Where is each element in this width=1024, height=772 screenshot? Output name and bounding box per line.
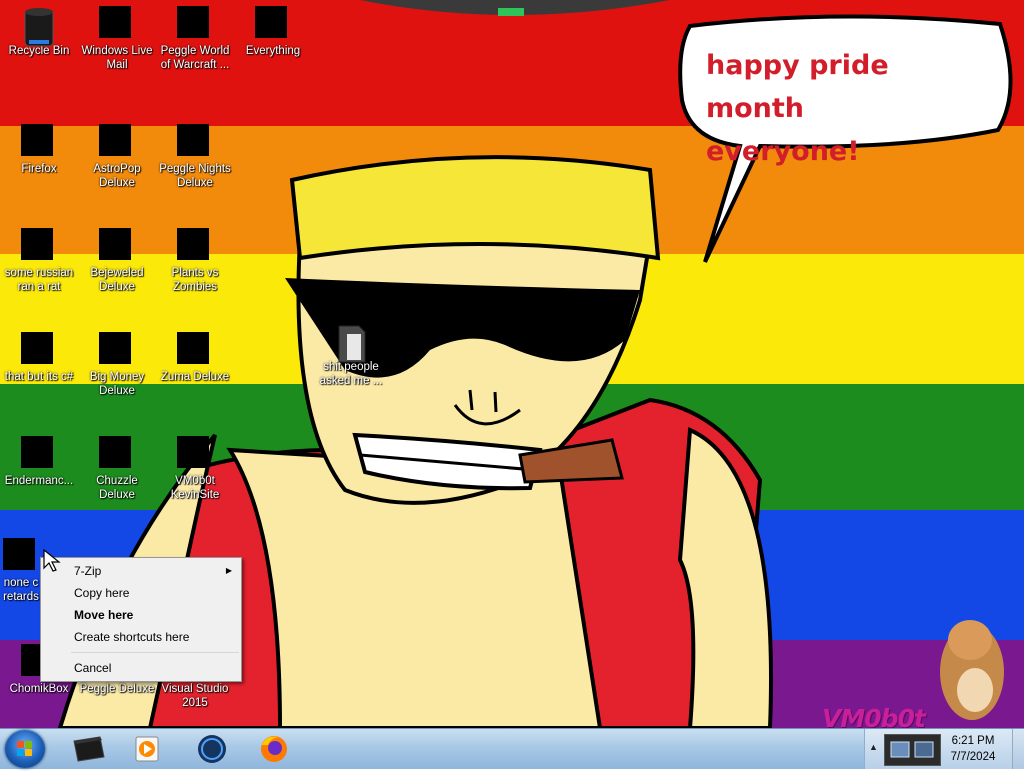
taskbar-app-globe[interactable]: [186, 731, 238, 767]
icon-label: Chuzzle Deluxe: [96, 475, 138, 501]
icon-label: Peggle Nights Deluxe: [159, 163, 231, 189]
menu-item-copy-here[interactable]: Copy here: [41, 582, 241, 604]
menu-separator: [71, 652, 239, 653]
search-everything-icon: [255, 6, 291, 42]
taskbar-app-media-player[interactable]: [122, 731, 174, 767]
tray-app-icon: [890, 741, 934, 758]
desktop-icon-firefox[interactable]: Firefox: [0, 120, 78, 176]
speech-bubble-text: happy pride month everyone!: [706, 44, 986, 173]
submenu-arrow-icon: ▶: [225, 566, 232, 575]
globe-icon: [198, 735, 226, 763]
show-desktop-button[interactable]: [1012, 729, 1024, 769]
taskbar: ▲ 6:21 PM 7/7/2024: [0, 728, 1024, 769]
icon-label: VM0b0t KevinSite: [170, 475, 220, 501]
icon-label: Bejeweled Deluxe: [90, 267, 144, 293]
start-button[interactable]: [5, 730, 45, 768]
desktop-icon-peggle-nights[interactable]: Peggle Nights Deluxe: [156, 120, 234, 190]
menu-item-label: Copy here: [74, 586, 130, 600]
menu-item-cancel[interactable]: Cancel: [41, 657, 241, 679]
speech-bubble-line2: everyone!: [706, 136, 860, 167]
icon-label: shit people asked me ...: [319, 361, 383, 387]
clock[interactable]: 6:21 PM 7/7/2024: [942, 733, 1004, 765]
desktop[interactable]: happy pride month everyone! VM0b0t Recyc…: [0, 0, 1024, 728]
terminal-icon: [73, 736, 105, 762]
taskbar-app-terminal[interactable]: [62, 731, 114, 767]
plants-vs-zombies-icon: [177, 228, 213, 264]
app-icon: [3, 538, 39, 574]
menu-item-label: Cancel: [74, 661, 112, 675]
desktop-icon-none-c[interactable]: none c retards: [0, 534, 42, 604]
menu-item-label: Move here: [74, 608, 134, 622]
taskbar-app-firefox[interactable]: [248, 731, 300, 767]
firefox-icon: [21, 124, 57, 160]
desktop-icon-plants-vs-zombies[interactable]: Plants vs Zombies: [156, 224, 234, 294]
icon-label: none c: [3, 577, 39, 589]
icon-label: Windows Live Mail: [81, 45, 153, 71]
chuzzle-icon: [99, 436, 135, 472]
icon-label: that but its c#: [4, 371, 74, 383]
icon-label: some russian ran a rat: [4, 267, 74, 293]
icon-label: Firefox: [21, 163, 57, 175]
mail-icon: [99, 6, 135, 42]
icon-label: Endermanc...: [4, 475, 74, 487]
icon-label: Zuma Deluxe: [160, 371, 230, 383]
zuma-icon: [177, 332, 213, 368]
desktop-icon-bejeweled[interactable]: Bejeweled Deluxe: [78, 224, 156, 294]
recycle-bin-icon: [21, 6, 57, 47]
peggle-nights-icon: [177, 124, 213, 160]
icon-label: Peggle World of Warcraft ...: [160, 45, 230, 71]
mouse-cursor-icon: [43, 548, 61, 572]
desktop-icon-kevinsite[interactable]: VM0b0t KevinSite: [156, 432, 234, 502]
desktop-icon-that-but-csharp[interactable]: that but its c#: [0, 328, 78, 384]
folder-icon: [333, 322, 369, 363]
desktop-icon-russian-app[interactable]: some russian ran a rat: [0, 224, 78, 294]
bejeweled-icon: [99, 228, 135, 264]
menu-item-label: Create shortcuts here: [74, 630, 190, 644]
icon-label: ChomikBox: [9, 683, 69, 695]
clock-date: 7/7/2024: [950, 751, 996, 763]
peggle-wow-icon: [177, 6, 213, 42]
desktop-icon-recycle-bin[interactable]: Recycle Bin: [0, 2, 78, 58]
icon-label: Peggle Deluxe: [79, 683, 155, 695]
desktop-icon-everything[interactable]: Everything: [234, 2, 312, 58]
icon-label: AstroPop Deluxe: [93, 163, 141, 189]
context-menu: 7-Zip ▶ Copy here Move here Create short…: [40, 557, 242, 682]
desktop-icon-zuma[interactable]: Zuma Deluxe: [156, 328, 234, 384]
tray-icons[interactable]: [884, 734, 941, 766]
desktop-icon-windows-live-mail[interactable]: Windows Live Mail: [78, 2, 156, 72]
russian-app-icon: [21, 228, 57, 264]
desktop-icon-astropop[interactable]: AstroPop Deluxe: [78, 120, 156, 190]
astropop-icon: [99, 124, 135, 160]
icon-label: Everything: [245, 45, 301, 57]
icon-label: Plants vs Zombies: [171, 267, 219, 293]
media-player-icon: [135, 736, 159, 762]
windows-logo-icon: [17, 741, 32, 756]
icon-label: Visual Studio 2015: [161, 683, 229, 709]
desktop-icon-peggle-wow[interactable]: Peggle World of Warcraft ...: [156, 2, 234, 72]
tray-overflow-icon[interactable]: ▲: [869, 742, 878, 752]
desktop-icon-folder[interactable]: shit people asked me ...: [312, 318, 390, 388]
firefox-icon: [261, 736, 287, 762]
vs-project-icon: [177, 436, 213, 472]
desktop-icon-endermanc[interactable]: Endermanc...: [0, 432, 78, 488]
menu-item-7zip[interactable]: 7-Zip ▶: [41, 560, 241, 582]
menu-item-label: 7-Zip: [74, 564, 102, 578]
menu-item-create-shortcuts[interactable]: Create shortcuts here: [41, 626, 241, 648]
speech-bubble-line1: happy pride month: [706, 50, 889, 124]
clock-time: 6:21 PM: [951, 735, 995, 747]
shortcut-icon: [21, 332, 57, 368]
big-money-icon: [99, 332, 135, 368]
icon-label: Big Money Deluxe: [89, 371, 145, 397]
terminal-icon: [21, 436, 57, 472]
menu-item-move-here[interactable]: Move here: [41, 604, 241, 626]
desktop-icon-chuzzle[interactable]: Chuzzle Deluxe: [78, 432, 156, 502]
icon-label-line2: retards: [3, 591, 39, 603]
desktop-icon-big-money[interactable]: Big Money Deluxe: [78, 328, 156, 398]
watermark: VM0b0t: [822, 704, 926, 728]
